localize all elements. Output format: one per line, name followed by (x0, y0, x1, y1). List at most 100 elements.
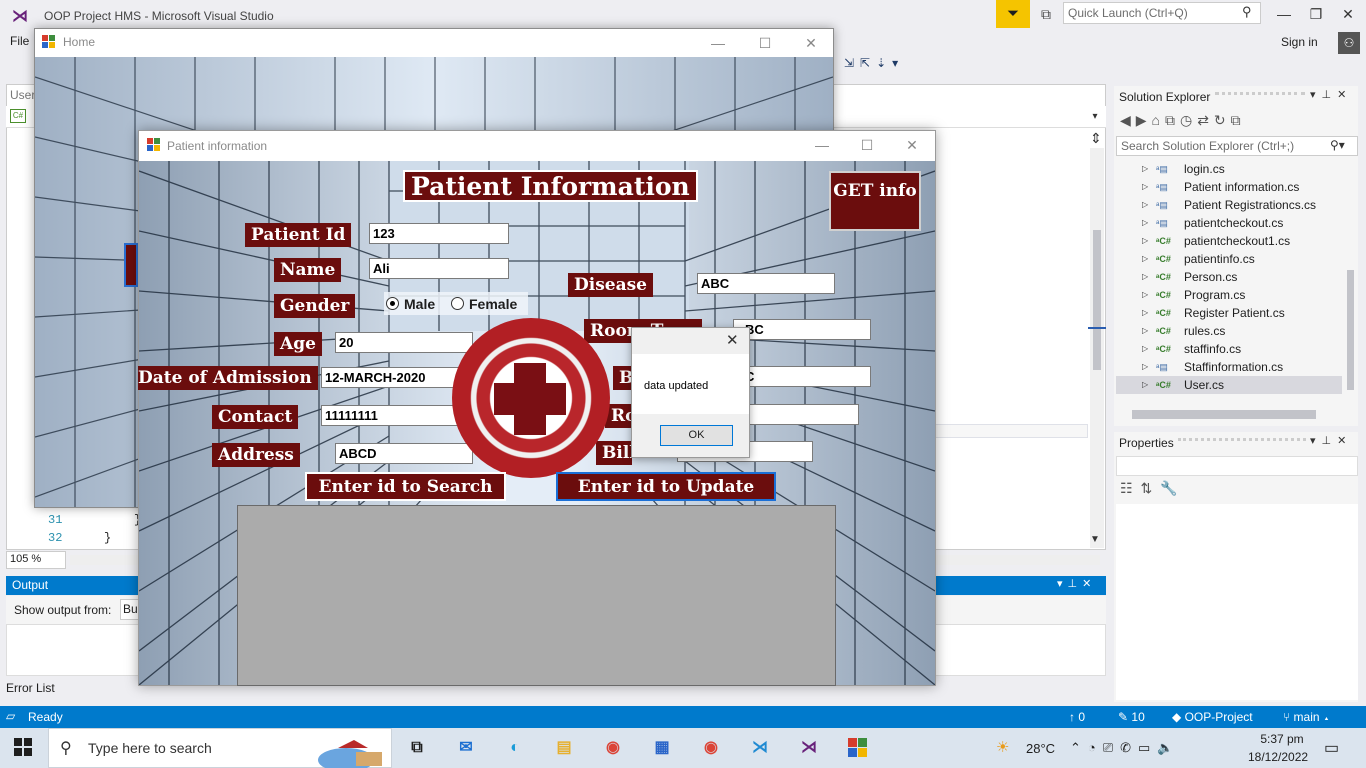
properties-object-select[interactable] (1116, 456, 1358, 476)
close-button[interactable]: ✕ (795, 31, 827, 55)
clock-date[interactable]: 18/12/2022 (1248, 750, 1308, 764)
expand-arrow-icon[interactable]: ▷ (1142, 358, 1148, 376)
bed-field[interactable]: C (733, 366, 871, 387)
disease-field[interactable]: ABC (697, 273, 835, 294)
maximize-button[interactable]: ☐ (851, 133, 883, 157)
expand-arrow-icon[interactable]: ▷ (1142, 214, 1148, 232)
zoom-select[interactable]: 105 % (6, 551, 66, 569)
properties-grid[interactable] (1116, 504, 1358, 700)
solution-item[interactable]: ▷ ᵃC# rules.cs (1116, 322, 1342, 340)
chrome-icon[interactable]: ◉ (697, 734, 725, 762)
expand-arrow-icon[interactable]: ▷ (1142, 322, 1148, 340)
solution-item[interactable]: ▷ ᵃ▤ login.cs (1116, 160, 1342, 178)
age-field[interactable]: 20 (335, 332, 473, 353)
date-of-admission-field[interactable]: 12-MARCH-2020 (321, 367, 461, 388)
tree-scroll-thumb[interactable] (1347, 270, 1354, 390)
split-editor-icon[interactable]: ⇕ (1090, 130, 1102, 147)
expand-arrow-icon[interactable]: ▷ (1142, 286, 1148, 304)
changes-count[interactable]: ✎ 10 (1118, 710, 1145, 724)
notification-icon[interactable]: ▭ (1324, 738, 1339, 758)
ok-button[interactable]: OK (660, 425, 733, 446)
patient-id-field[interactable]: 123 (369, 223, 509, 244)
tree-scroll-thumb[interactable] (1132, 410, 1316, 419)
expand-arrow-icon[interactable]: ▷ (1142, 268, 1148, 286)
error-list-tab[interactable]: Error List (6, 681, 55, 695)
file-explorer-icon[interactable]: ▤ (550, 734, 578, 762)
name-field[interactable]: Ali (369, 258, 509, 279)
gender-female-radio[interactable] (451, 297, 464, 310)
minimize-button[interactable]: — (1268, 2, 1300, 26)
properties-toolbar[interactable]: ☷⇅🔧 (1120, 480, 1186, 497)
expand-arrow-icon[interactable]: ▷ (1142, 196, 1148, 214)
clock-time[interactable]: 5:37 pm (1256, 732, 1308, 746)
expand-arrow-icon[interactable]: ▷ (1142, 250, 1148, 268)
minimize-button[interactable]: — (702, 31, 734, 55)
winforms-app-icon[interactable] (844, 734, 872, 762)
live-share-icon[interactable]: ⧉ (1036, 4, 1056, 24)
branch-name[interactable]: ⑂ main ▴ (1283, 710, 1330, 724)
solution-item[interactable]: ▷ ᵃC# staffinfo.cs (1116, 340, 1342, 358)
chrome-icon[interactable]: ◉ (599, 734, 627, 762)
account-icon[interactable]: ⚇ (1338, 32, 1360, 54)
visual-studio-icon[interactable]: ⋊ (795, 734, 823, 762)
repo-name[interactable]: ◆ OOP-Project (1172, 710, 1253, 724)
gender-male-label[interactable]: Male (404, 296, 435, 312)
home-menu-button[interactable] (124, 243, 138, 287)
weather-icon[interactable]: ☀ (996, 738, 1009, 756)
close-icon[interactable]: ✕ (726, 331, 739, 349)
solution-item[interactable]: ▷ ᵃ▤ Patient Registrationcs.cs (1116, 196, 1342, 214)
solution-item[interactable]: ▷ ᵃ▤ Staffinformation.cs (1116, 358, 1342, 376)
store-icon[interactable]: ▦ (648, 734, 676, 762)
chevron-down-icon[interactable]: ▾ (1086, 108, 1104, 126)
scroll-down-icon[interactable]: ▼ (1090, 534, 1100, 545)
get-info-button[interactable]: GET info (829, 171, 921, 231)
debug-toolbar-icons[interactable]: ⇲⇱⇣▾ (844, 56, 904, 70)
mail-icon[interactable]: ✉ (452, 734, 480, 762)
close-button[interactable]: ✕ (1332, 2, 1364, 26)
room-number-field[interactable] (747, 404, 859, 425)
update-by-id-button[interactable]: Enter id to Update (556, 472, 776, 501)
solution-item[interactable]: ▷ ᵃC# Program.cs (1116, 286, 1342, 304)
solution-tree[interactable]: ▷ ᵃ▤ login.cs ▷ ᵃ▤ Patient information.cs ▷ ᵃ▤ P… (1116, 160, 1342, 394)
minimize-button[interactable]: — (806, 133, 838, 157)
expand-arrow-icon[interactable]: ▷ (1142, 232, 1148, 250)
maximize-button[interactable]: ☐ (749, 31, 781, 55)
solution-item[interactable]: ▷ ᵃC# Register Patient.cs (1116, 304, 1342, 322)
solution-item[interactable]: ▷ ᵃC# User.cs (1116, 376, 1342, 394)
expand-arrow-icon[interactable]: ▷ (1142, 178, 1148, 196)
solution-item[interactable]: ▷ ᵃC# patientinfo.cs (1116, 250, 1342, 268)
push-count[interactable]: ↑ 0 (1069, 710, 1085, 724)
expand-arrow-icon[interactable]: ▷ (1142, 340, 1148, 358)
solution-item[interactable]: ▷ ᵃC# patientcheckout1.cs (1116, 232, 1342, 250)
expand-arrow-icon[interactable]: ▷ (1142, 304, 1148, 322)
editor-scroll-thumb[interactable] (1093, 230, 1101, 370)
search-by-id-button[interactable]: Enter id to Search (305, 472, 506, 501)
menu-file[interactable]: File (10, 34, 29, 48)
task-view-icon[interactable]: ⧉ (403, 734, 431, 762)
panel-controls[interactable]: ▾⊥✕ (1310, 88, 1352, 101)
solution-search-input[interactable]: Search Solution Explorer (Ctrl+;) (1116, 136, 1358, 156)
solution-item[interactable]: ▷ ᵃ▤ patientcheckout.cs (1116, 214, 1342, 232)
solution-item[interactable]: ▷ ᵃC# Person.cs (1116, 268, 1342, 286)
filter-icon[interactable]: ⏷ (996, 0, 1030, 28)
address-field[interactable]: ABCD (335, 443, 473, 464)
expand-arrow-icon[interactable]: ▷ (1142, 376, 1148, 394)
vscode-icon[interactable]: ⋊ (746, 734, 774, 762)
expand-arrow-icon[interactable]: ▷ (1142, 160, 1148, 178)
edge-icon[interactable]: ◐ (501, 734, 529, 762)
close-button[interactable]: ✕ (896, 133, 928, 157)
panel-controls[interactable]: ▾⊥✕ (1310, 434, 1352, 447)
sign-in-link[interactable]: Sign in (1281, 35, 1318, 49)
gender-female-label[interactable]: Female (469, 296, 517, 312)
system-tray-icons[interactable]: ⌃◔⎚✆▭🔈 (1070, 740, 1181, 756)
contact-field[interactable]: 11111111 (321, 405, 461, 426)
output-source-select[interactable]: Bu (120, 599, 140, 620)
temperature[interactable]: 28°C (1026, 741, 1055, 756)
taskbar-search-input[interactable]: Type here to search (88, 740, 212, 756)
patient-data-grid[interactable] (237, 505, 836, 686)
windows-start-icon[interactable] (14, 738, 32, 761)
solution-explorer-toolbar[interactable]: ◀▶⌂⧉◷⇄↻⧉ (1120, 112, 1246, 129)
room-type-field[interactable]: BC (733, 319, 871, 340)
quick-launch-input[interactable]: Quick Launch (Ctrl+Q) (1063, 2, 1261, 24)
maximize-button[interactable]: ❐ (1300, 2, 1332, 26)
